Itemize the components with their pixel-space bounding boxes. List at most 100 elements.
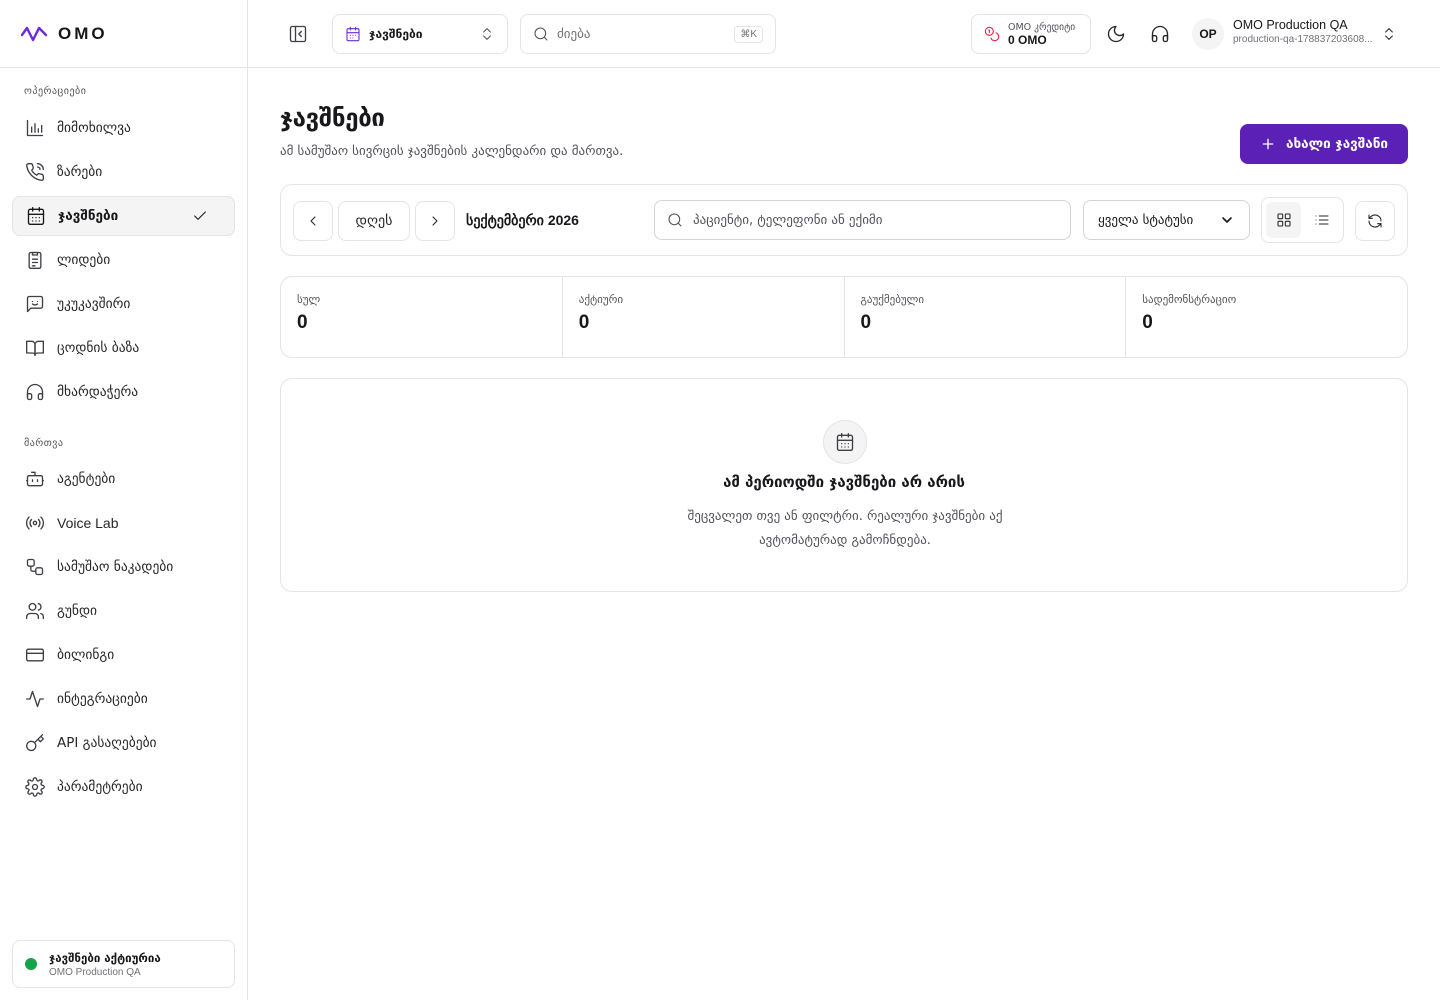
- org-switcher[interactable]: OMO Production QA production-qa-17883720…: [1233, 18, 1373, 45]
- sidebar-item-integrations[interactable]: ინტეგრაციები: [12, 679, 235, 719]
- stats-bar: სულ 0 აქტიური 0 გაუქმებული 0 სადემონსტრა…: [280, 276, 1408, 358]
- view-toggle: [1261, 197, 1344, 243]
- sidebar-item-settings[interactable]: პარამეტრები: [12, 767, 235, 807]
- sidebar-item-label: გუნდი: [57, 603, 97, 619]
- status-filter-select[interactable]: ყველა სტატუსი: [1083, 200, 1250, 240]
- today-button[interactable]: დღეს: [338, 201, 410, 241]
- credits-widget[interactable]: OMO კრედიტი 0 OMO: [971, 14, 1091, 54]
- sidebar-item-billing[interactable]: ბილინგი: [12, 635, 235, 675]
- phone-icon: [26, 162, 45, 181]
- sidebar-item-voice-lab[interactable]: Voice Lab: [12, 503, 235, 543]
- sidebar-item-workflows[interactable]: სამუშაო ნაკადები: [12, 547, 235, 587]
- sidebar-item-label: ზარები: [57, 164, 103, 180]
- booking-search-input[interactable]: პაციენტი, ტელეფონი ან ექიმი: [654, 200, 1071, 240]
- sidebar-item-bookings[interactable]: ჯავშნები: [12, 196, 235, 236]
- message-square-icon: [26, 295, 44, 313]
- global-search[interactable]: ძიება ⌘K: [520, 14, 776, 54]
- search-shortcut: ⌘K: [734, 25, 763, 43]
- chevrons-up-down-icon: [483, 28, 491, 40]
- bar-chart-icon: [26, 119, 44, 137]
- avatar[interactable]: OP: [1192, 18, 1224, 50]
- refresh-icon: [1368, 214, 1382, 228]
- list-view-button[interactable]: [1304, 202, 1339, 238]
- list-icon: [1314, 215, 1329, 225]
- new-booking-label: ახალი ჯავშანი: [1285, 136, 1389, 152]
- moon-icon[interactable]: [1106, 24, 1126, 44]
- stat-value: 0: [1142, 312, 1153, 333]
- calendar-icon: [346, 26, 360, 42]
- refresh-button[interactable]: [1355, 201, 1395, 241]
- empty-state-icon-wrap: [823, 420, 867, 464]
- book-icon: [26, 340, 44, 357]
- credits-value: 0 OMO: [1008, 32, 1047, 47]
- radio-icon: [25, 516, 45, 530]
- org-id: production-qa-178837203608...: [1233, 34, 1373, 45]
- sidebar-item-feedback[interactable]: უკუკავშირი: [12, 284, 235, 324]
- empty-state: ამ პერიოდში ჯავშნები არ არის შეცვალეთ თვ…: [280, 378, 1408, 592]
- sidebar-item-label: ლიდები: [57, 252, 111, 268]
- status-card: ჯავშნები აქტიურია OMO Production QA: [12, 940, 235, 988]
- chevron-right-icon: [432, 216, 438, 226]
- sidebar-item-team[interactable]: გუნდი: [12, 591, 235, 631]
- sidebar-item-agents[interactable]: აგენტები: [12, 459, 235, 499]
- activity-icon: [26, 690, 44, 708]
- brand-name: OMO: [58, 23, 108, 43]
- headphones-icon: [26, 383, 44, 401]
- sidebar-item-label: ჯავშნები: [58, 208, 119, 224]
- grid-view-button[interactable]: [1266, 202, 1301, 238]
- key-icon: [26, 734, 44, 752]
- search-icon: [668, 213, 682, 227]
- stat-label: გაუქმებული: [860, 293, 925, 306]
- users-icon: [26, 602, 45, 620]
- sidebar-item-leads[interactable]: ლიდები: [12, 240, 235, 280]
- sidebar-item-label: Voice Lab: [57, 515, 119, 531]
- next-month-button[interactable]: [415, 201, 455, 241]
- sidebar-item-label: ბილინგი: [57, 647, 115, 663]
- stat-demo: სადემონსტრაციო 0: [1126, 277, 1407, 357]
- sidebar-item-api-keys[interactable]: API გასაღებები: [12, 723, 235, 763]
- stat-active: აქტიური 0: [563, 277, 845, 357]
- org-name: OMO Production QA: [1233, 18, 1348, 32]
- calendar-icon: [27, 207, 45, 225]
- settings-icon: [25, 777, 45, 797]
- sidebar-item-calls[interactable]: ზარები: [12, 152, 235, 192]
- headphones-icon[interactable]: [1150, 24, 1170, 44]
- sidebar-item-label: ინტეგრაციები: [57, 691, 148, 707]
- new-booking-button[interactable]: ახალი ჯავშანი: [1240, 124, 1408, 164]
- workflow-icon: [26, 558, 44, 576]
- search-icon: [534, 27, 548, 41]
- sidebar-item-overview[interactable]: მიმოხილვა: [12, 108, 235, 148]
- calendar-toolbar: დღეს სექტემბერი 2026 პაციენტი, ტელეფონი …: [280, 184, 1408, 256]
- plus-icon: [1262, 138, 1274, 150]
- grid-icon: [1276, 213, 1291, 227]
- stat-total: სულ 0: [281, 277, 563, 357]
- sidebar-item-label: მხარდაჭერა: [57, 384, 139, 400]
- clipboard-icon: [28, 251, 42, 269]
- module-switcher-label: ჯავშნები: [369, 27, 423, 41]
- empty-state-description: შეცვალეთ თვე ან ფილტრი. რეალური ჯავშნები…: [687, 509, 1003, 548]
- page-subtitle: ამ სამუშაო სივრცის ჯავშნების კალენდარი დ…: [280, 144, 624, 159]
- stat-value: 0: [297, 312, 308, 333]
- current-month: სექტემბერი 2026: [466, 212, 579, 228]
- topbar: ჯავშნები ძიება ⌘K OMO კრედიტი 0 OMO OP O…: [248, 0, 1440, 68]
- sidebar-item-support[interactable]: მხარდაჭერა: [12, 372, 235, 412]
- section-label-operations: ოპერაციები: [24, 86, 87, 97]
- chevrons-up-down-icon[interactable]: [1381, 26, 1397, 42]
- stat-cancelled: გაუქმებული 0: [845, 277, 1127, 357]
- coins-icon: [984, 26, 1000, 42]
- sidebar: OMO ოპერაციები მიმოხილვა ზარები ჯავშნები…: [0, 0, 248, 1000]
- sidebar-toggle-icon[interactable]: [288, 24, 308, 44]
- chevron-down-icon: [1222, 217, 1232, 223]
- sidebar-item-knowledge-base[interactable]: ცოდნის ბაზა: [12, 328, 235, 368]
- stat-label: სულ: [297, 293, 321, 306]
- module-switcher[interactable]: ჯავშნები: [332, 14, 508, 54]
- status-filter-value: ყველა სტატუსი: [1098, 212, 1194, 228]
- sidebar-item-label: მიმოხილვა: [57, 120, 131, 136]
- stat-value: 0: [578, 312, 590, 333]
- sidebar-item-label: პარამეტრები: [57, 779, 143, 795]
- check-icon: [194, 211, 206, 220]
- prev-month-button[interactable]: [293, 201, 333, 241]
- bot-icon: [26, 471, 44, 487]
- brand-logo[interactable]: OMO: [0, 0, 247, 68]
- sidebar-item-label: ცოდნის ბაზა: [57, 340, 140, 356]
